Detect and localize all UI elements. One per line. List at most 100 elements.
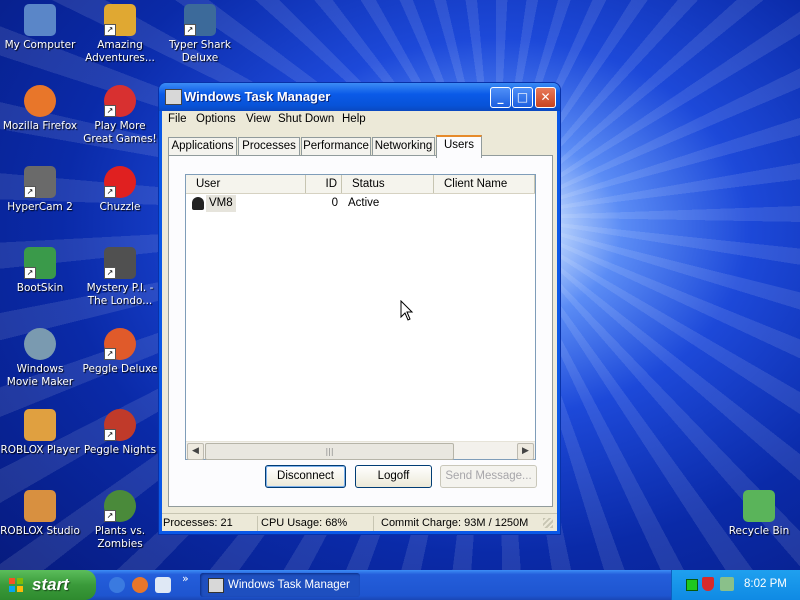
list-header: User ID Status Client Name [186,175,535,194]
desktop-icon-label: Mozilla Firefox [2,120,78,132]
desktop-icon-amazing-adventures[interactable]: ↗ Amazing Adventures... [80,4,160,65]
taskbar-button-task-manager[interactable]: Windows Task Manager [200,573,360,597]
desktop-icon-label: ROBLOX Studio [0,525,80,537]
show-desktop-icon[interactable] [155,577,171,593]
window-title: Windows Task Manager [184,89,331,104]
desktop-icon-chuzzle[interactable]: ↗ Chuzzle [80,166,160,214]
row-status: Active [348,197,380,209]
film-icon [24,328,56,360]
internet-explorer-icon[interactable] [109,577,125,593]
firefox-icon [24,85,56,117]
title-bar[interactable]: Windows Task Manager _ □ ✕ [159,83,560,111]
quicklaunch-overflow-icon[interactable]: » [182,572,189,585]
roblox-studio-icon [24,490,56,522]
column-client-name[interactable]: Client Name [434,175,535,193]
menu-file[interactable]: File [168,113,187,125]
window-client-area: File Options View Shut Down Help Applica… [162,111,557,531]
disconnect-button[interactable]: Disconnect [265,465,346,488]
desktop-icon-label: Typer Shark Deluxe [169,39,231,64]
status-cpu-usage: CPU Usage: 68% [260,516,374,531]
shark-icon: ↗ [184,4,216,36]
menu-bar: File Options View Shut Down Help [162,111,557,129]
menu-shut-down[interactable]: Shut Down [278,113,334,125]
desktop-icon-typer-shark[interactable]: ↗ Typer Shark Deluxe [160,4,240,65]
clock[interactable]: 8:02 PM [744,578,787,590]
desktop-icon-peggle-deluxe[interactable]: ↗ Peggle Deluxe [80,328,160,376]
maximize-button[interactable]: □ [512,87,533,108]
recycle-bin-icon [743,490,775,522]
peggle-icon: ↗ [104,328,136,360]
mouse-cursor-icon [400,300,414,321]
scroll-left-icon[interactable]: ◀ [187,443,204,460]
menu-help[interactable]: Help [342,113,366,125]
mystery-icon: ↗ [104,247,136,279]
status-commit-charge: Commit Charge: 93M / 1250M [381,517,529,529]
desktop-icon-label: Windows Movie Maker [6,363,74,388]
close-button[interactable]: ✕ [535,87,556,108]
start-label: start [32,575,69,594]
game-icon: ↗ [104,4,136,36]
desktop-icon-plants-vs-zombies[interactable]: ↗ Plants vs. Zombies [80,490,160,551]
logoff-button[interactable]: Logoff [355,465,432,488]
tab-networking[interactable]: Networking [372,137,435,156]
desktop-icon-roblox-player[interactable]: ROBLOX Player [0,409,80,457]
desktop-icon-label: Play More Great Games! [83,120,157,145]
task-manager-icon [165,89,182,105]
scrollbar-thumb[interactable]: ||| [205,443,454,460]
row-id: 0 [331,197,338,209]
user-icon [192,197,204,210]
windows-logo-icon [9,578,23,592]
cpu-meter-icon[interactable] [686,579,698,591]
users-tab-panel: User ID Status Client Name VM8 0 Active … [168,155,553,507]
column-id[interactable]: ID [306,175,342,193]
tab-users[interactable]: Users [436,135,482,158]
column-user[interactable]: User [186,175,306,193]
desktop-icon-label: BootSkin [16,282,64,294]
resize-grip-icon[interactable] [543,518,553,528]
table-row[interactable]: VM8 0 Active [188,195,533,212]
network-icon[interactable] [720,577,734,591]
desktop-icon-label: My Computer [4,39,76,51]
system-tray: 8:02 PM [671,570,800,600]
desktop-icon-roblox-studio[interactable]: ROBLOX Studio [0,490,80,538]
desktop-icon-label: HyperCam 2 [7,201,73,213]
desktop-icon-firefox[interactable]: Mozilla Firefox [0,85,80,133]
desktop-icon-movie-maker[interactable]: Windows Movie Maker [0,328,80,389]
desktop-icon-label: Peggle Nights [83,444,157,456]
scroll-right-icon[interactable]: ▶ [517,443,534,460]
desktop-icon-mystery-pi[interactable]: ↗ Mystery P.I. - The Londo... [80,247,160,308]
menu-view[interactable]: View [246,113,271,125]
desktop-icon-recycle-bin[interactable]: Recycle Bin [719,490,799,538]
firefox-quicklaunch-icon[interactable] [132,577,148,593]
chuzzle-icon: ↗ [104,166,136,198]
desktop-icon-label: Plants vs. Zombies [94,525,146,550]
taskbar: start » Windows Task Manager 8:02 PM [0,570,800,600]
tab-applications[interactable]: Applications [168,137,237,156]
minimize-button[interactable]: _ [490,87,511,108]
horizontal-scrollbar[interactable]: ◀ ||| ▶ [186,441,535,460]
desktop-icon-label: Amazing Adventures... [85,39,155,64]
users-list[interactable]: User ID Status Client Name VM8 0 Active … [185,174,536,460]
popcap-icon: ↗ [104,85,136,117]
security-shield-icon[interactable] [702,577,714,591]
desktop-icon-peggle-nights[interactable]: ↗ Peggle Nights [80,409,160,457]
desktop-icon-label: Peggle Deluxe [82,363,158,375]
task-manager-icon [208,578,224,593]
tab-performance[interactable]: Performance [301,137,371,156]
desktop-icon-label: Recycle Bin [728,525,790,537]
send-message-button[interactable]: Send Message... [440,465,537,488]
row-user: VM8 [206,195,236,212]
computer-icon [24,4,56,36]
start-button[interactable]: start [0,570,96,600]
plant-icon: ↗ [104,490,136,522]
desktop-icon-label: Mystery P.I. - The Londo... [86,282,154,307]
desktop-icon-my-computer[interactable]: My Computer [0,4,80,52]
desktop-icon-hypercam[interactable]: ↗ HyperCam 2 [0,166,80,214]
task-manager-window: Windows Task Manager _ □ ✕ File Options … [159,83,560,534]
desktop-icon-play-more-games[interactable]: ↗ Play More Great Games! [80,85,160,146]
desktop-icon-bootskin[interactable]: ↗ BootSkin [0,247,80,295]
column-status[interactable]: Status [342,175,434,193]
menu-options[interactable]: Options [196,113,236,125]
tab-processes[interactable]: Processes [238,137,300,156]
desktop-icon-label: Chuzzle [99,201,141,213]
